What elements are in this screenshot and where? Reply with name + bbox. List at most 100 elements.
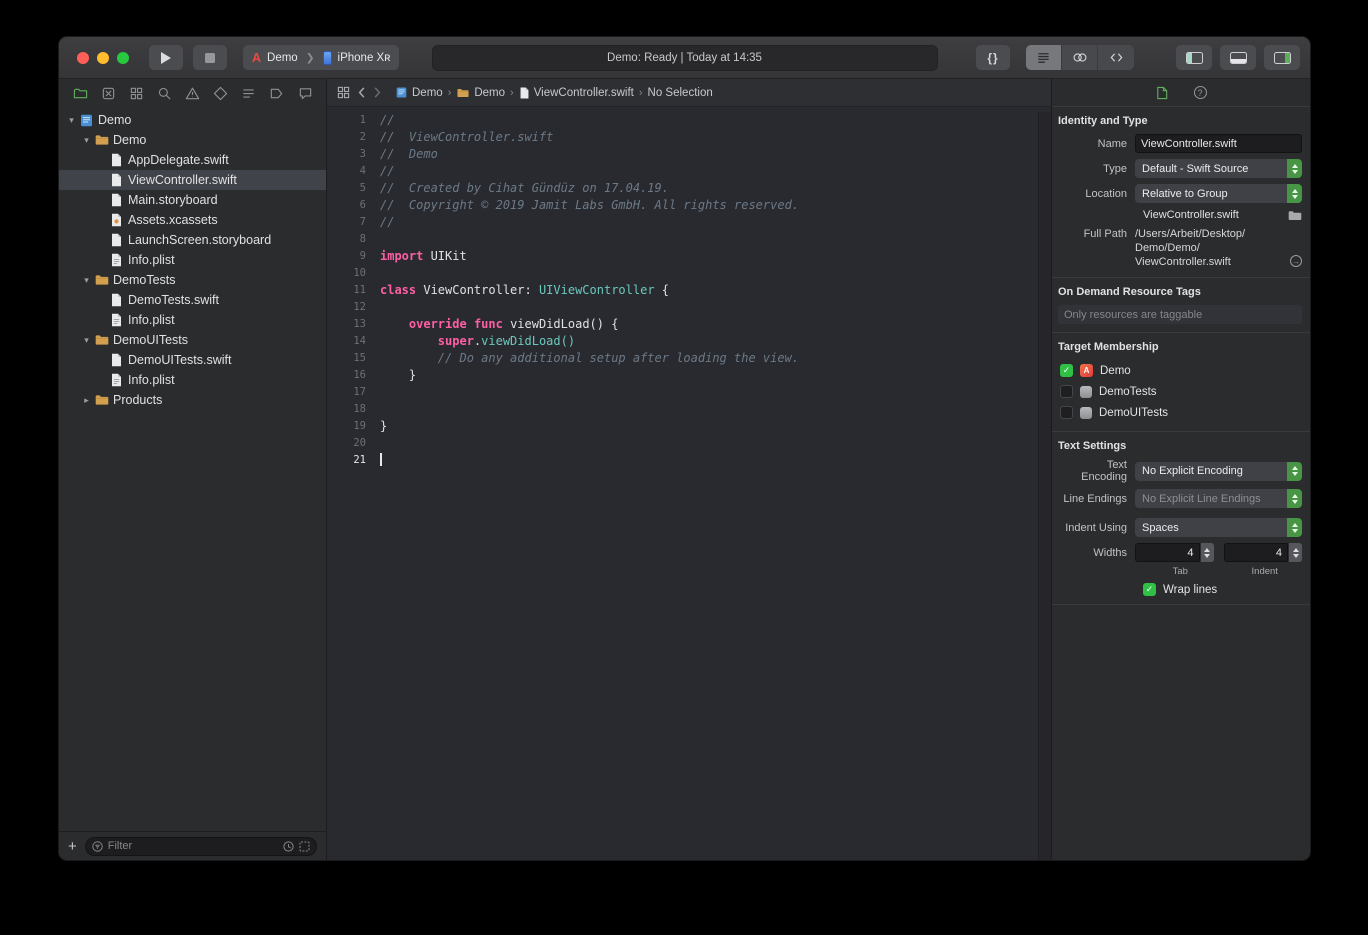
line-number[interactable]: 4	[327, 163, 366, 180]
tree-row-info-plist[interactable]: Info.plist	[59, 250, 326, 270]
line-number[interactable]: 1	[327, 112, 366, 129]
filter-field[interactable]: Filter	[85, 837, 317, 856]
line-number[interactable]: 7	[327, 214, 366, 231]
line-number[interactable]: 5	[327, 180, 366, 197]
breadcrumb-item-demo[interactable]: Demo	[456, 87, 505, 99]
breadcrumb-item-viewcontroller-swift[interactable]: ViewController.swift	[519, 86, 634, 100]
tree-row-main-storyboard[interactable]: Main.storyboard	[59, 190, 326, 210]
tree-row-appdelegate-swift[interactable]: AppDelegate.swift	[59, 150, 326, 170]
go-forward-button[interactable]	[373, 86, 382, 99]
line-number[interactable]: 6	[327, 197, 366, 214]
line-endings-popup[interactable]: No Explicit Line Endings	[1135, 489, 1302, 508]
zoom-window-button[interactable]	[117, 52, 129, 64]
tree-row-info-plist[interactable]: Info.plist	[59, 370, 326, 390]
line-number[interactable]: 19	[327, 418, 366, 435]
tree-row-viewcontroller-swift[interactable]: ViewController.swift	[59, 170, 326, 190]
code-line[interactable]: }	[380, 418, 1038, 435]
navigator-tab-find-icon[interactable]	[155, 84, 173, 102]
stepper-arrows-icon[interactable]	[1201, 543, 1214, 562]
navigator-tab-source-control-icon[interactable]	[99, 84, 117, 102]
location-popup[interactable]: Relative to Group	[1135, 184, 1302, 203]
go-back-button[interactable]	[357, 86, 366, 99]
line-number[interactable]: 15	[327, 350, 366, 367]
line-number[interactable]: 8	[327, 231, 366, 248]
tree-row-demo[interactable]: ▾Demo	[59, 110, 326, 130]
tree-row-launchscreen-storyboard[interactable]: LaunchScreen.storyboard	[59, 230, 326, 250]
breadcrumb-item-no-selection[interactable]: No Selection	[648, 87, 713, 99]
line-number[interactable]: 14	[327, 333, 366, 350]
tree-row-demouitests-swift[interactable]: DemoUITests.swift	[59, 350, 326, 370]
code-line[interactable]	[380, 384, 1038, 401]
code-line[interactable]: // Do any additional setup after loading…	[380, 350, 1038, 367]
file-inspector-tab[interactable]	[1156, 86, 1168, 100]
tree-row-demouitests[interactable]: ▾DemoUITests	[59, 330, 326, 350]
navigator-tab-issues-icon[interactable]	[184, 84, 202, 102]
goto-arrow-icon[interactable]	[1290, 255, 1302, 267]
code-line[interactable]: //	[380, 163, 1038, 180]
recent-files-clock-icon[interactable]	[283, 841, 294, 852]
navigator-tab-project-icon[interactable]	[71, 84, 89, 102]
code-line[interactable]	[380, 265, 1038, 282]
navigator-tab-breakpoints-icon[interactable]	[268, 84, 286, 102]
toggle-navigator-button[interactable]	[1176, 45, 1212, 70]
stepper-arrows-icon[interactable]	[1289, 543, 1302, 562]
disclosure-triangle[interactable]: ▾	[80, 335, 93, 346]
close-window-button[interactable]	[77, 52, 89, 64]
indent-width-value[interactable]: 4	[1224, 543, 1289, 562]
standard-editor-button[interactable]	[1026, 45, 1062, 70]
line-number[interactable]: 9	[327, 248, 366, 265]
minimize-window-button[interactable]	[97, 52, 109, 64]
tree-row-demo[interactable]: ▾Demo	[59, 130, 326, 150]
tree-row-products[interactable]: ▸Products	[59, 390, 326, 410]
code-line[interactable]: //	[380, 214, 1038, 231]
code-line[interactable]: import UIKit	[380, 248, 1038, 265]
code-line[interactable]	[380, 435, 1038, 452]
code-line[interactable]	[380, 401, 1038, 418]
line-number[interactable]: 18	[327, 401, 366, 418]
line-number[interactable]: 16	[327, 367, 366, 384]
line-number[interactable]: 13	[327, 316, 366, 333]
tree-row-info-plist[interactable]: Info.plist	[59, 310, 326, 330]
code-line[interactable]: // Copyright © 2019 Jamit Labs GmbH. All…	[380, 197, 1038, 214]
tree-row-demotests-swift[interactable]: DemoTests.swift	[59, 290, 326, 310]
related-items-icon[interactable]	[337, 86, 350, 99]
name-field[interactable]: ViewController.swift	[1135, 134, 1302, 153]
tab-width-value[interactable]: 4	[1135, 543, 1200, 562]
quick-help-inspector-tab[interactable]	[1194, 86, 1207, 99]
source-editor[interactable]: 123456789101112131415161718192021 //// V…	[327, 107, 1051, 860]
indent-using-popup[interactable]: Spaces	[1135, 518, 1302, 537]
navigator-tab-symbols-icon[interactable]	[127, 84, 145, 102]
target-checkbox[interactable]	[1060, 385, 1073, 398]
tab-width-stepper[interactable]: 4	[1135, 543, 1214, 562]
navigator-tab-tests-icon[interactable]	[212, 84, 230, 102]
toggle-debug-area-button[interactable]	[1220, 45, 1256, 70]
code-line[interactable]: super.viewDidLoad()	[380, 333, 1038, 350]
code-line[interactable]: //	[380, 112, 1038, 129]
code-line[interactable]: // Demo	[380, 146, 1038, 163]
navigator-tab-debug-icon[interactable]	[240, 84, 258, 102]
choose-folder-icon[interactable]	[1288, 210, 1302, 221]
code-line[interactable]	[380, 452, 1038, 469]
assistant-editor-button[interactable]	[1062, 45, 1098, 70]
target-checkbox[interactable]	[1060, 406, 1073, 419]
wrap-lines-checkbox[interactable]	[1143, 583, 1156, 596]
line-number[interactable]: 11	[327, 282, 366, 299]
target-checkbox[interactable]	[1060, 364, 1073, 377]
line-number[interactable]: 10	[327, 265, 366, 282]
library-button[interactable]: {}	[976, 45, 1010, 70]
line-number[interactable]: 21	[327, 452, 366, 469]
scheme-selector[interactable]: A Demo ❯ iPhone Xʀ	[243, 45, 399, 70]
code-line[interactable]	[380, 231, 1038, 248]
code-line[interactable]	[380, 299, 1038, 316]
run-button[interactable]	[149, 45, 183, 70]
add-button[interactable]: +	[68, 839, 77, 854]
line-number[interactable]: 2	[327, 129, 366, 146]
disclosure-triangle[interactable]: ▾	[80, 275, 93, 286]
toggle-inspector-button[interactable]	[1264, 45, 1300, 70]
line-number[interactable]: 3	[327, 146, 366, 163]
code-line[interactable]: // Created by Cihat Gündüz on 17.04.19.	[380, 180, 1038, 197]
disclosure-triangle[interactable]: ▾	[80, 135, 93, 146]
code-line[interactable]: override func viewDidLoad() {	[380, 316, 1038, 333]
navigator-tab-reports-icon[interactable]	[296, 84, 314, 102]
line-number[interactable]: 12	[327, 299, 366, 316]
